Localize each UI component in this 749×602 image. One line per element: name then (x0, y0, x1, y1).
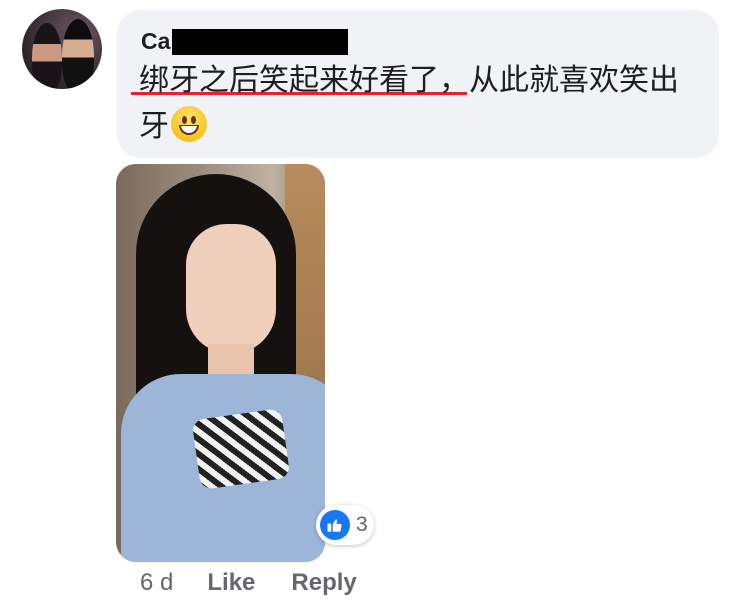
comment-text-underlined: 绑牙之后笑起来好看了 (139, 63, 439, 98)
commenter-avatar[interactable] (22, 9, 102, 89)
reaction-summary[interactable]: 3 (316, 505, 374, 545)
avatar-person-right (62, 19, 94, 89)
photo-bow (191, 408, 291, 490)
comment-actions: 6 d Like Reply (140, 569, 393, 597)
comment-timestamp[interactable]: 6 d (140, 569, 173, 597)
like-button[interactable]: Like (207, 569, 255, 597)
reaction-count: 3 (356, 513, 368, 536)
comment-text: 绑牙之后笑起来好看了，从此就喜欢笑出牙 (139, 58, 699, 150)
comment-author[interactable]: Ca (141, 28, 349, 55)
avatar-person-left (32, 23, 62, 89)
reply-button[interactable]: Reply (291, 569, 356, 597)
thumbs-up-icon (320, 510, 350, 540)
author-name[interactable]: Ca (141, 28, 170, 55)
photo-face (186, 224, 276, 354)
comment-photo[interactable] (116, 164, 325, 562)
grinning-face-emoji (171, 106, 207, 142)
name-redaction-bar (172, 28, 349, 55)
comment-bubble: Ca 绑牙之后笑起来好看了，从此就喜欢笑出牙 (117, 10, 719, 158)
